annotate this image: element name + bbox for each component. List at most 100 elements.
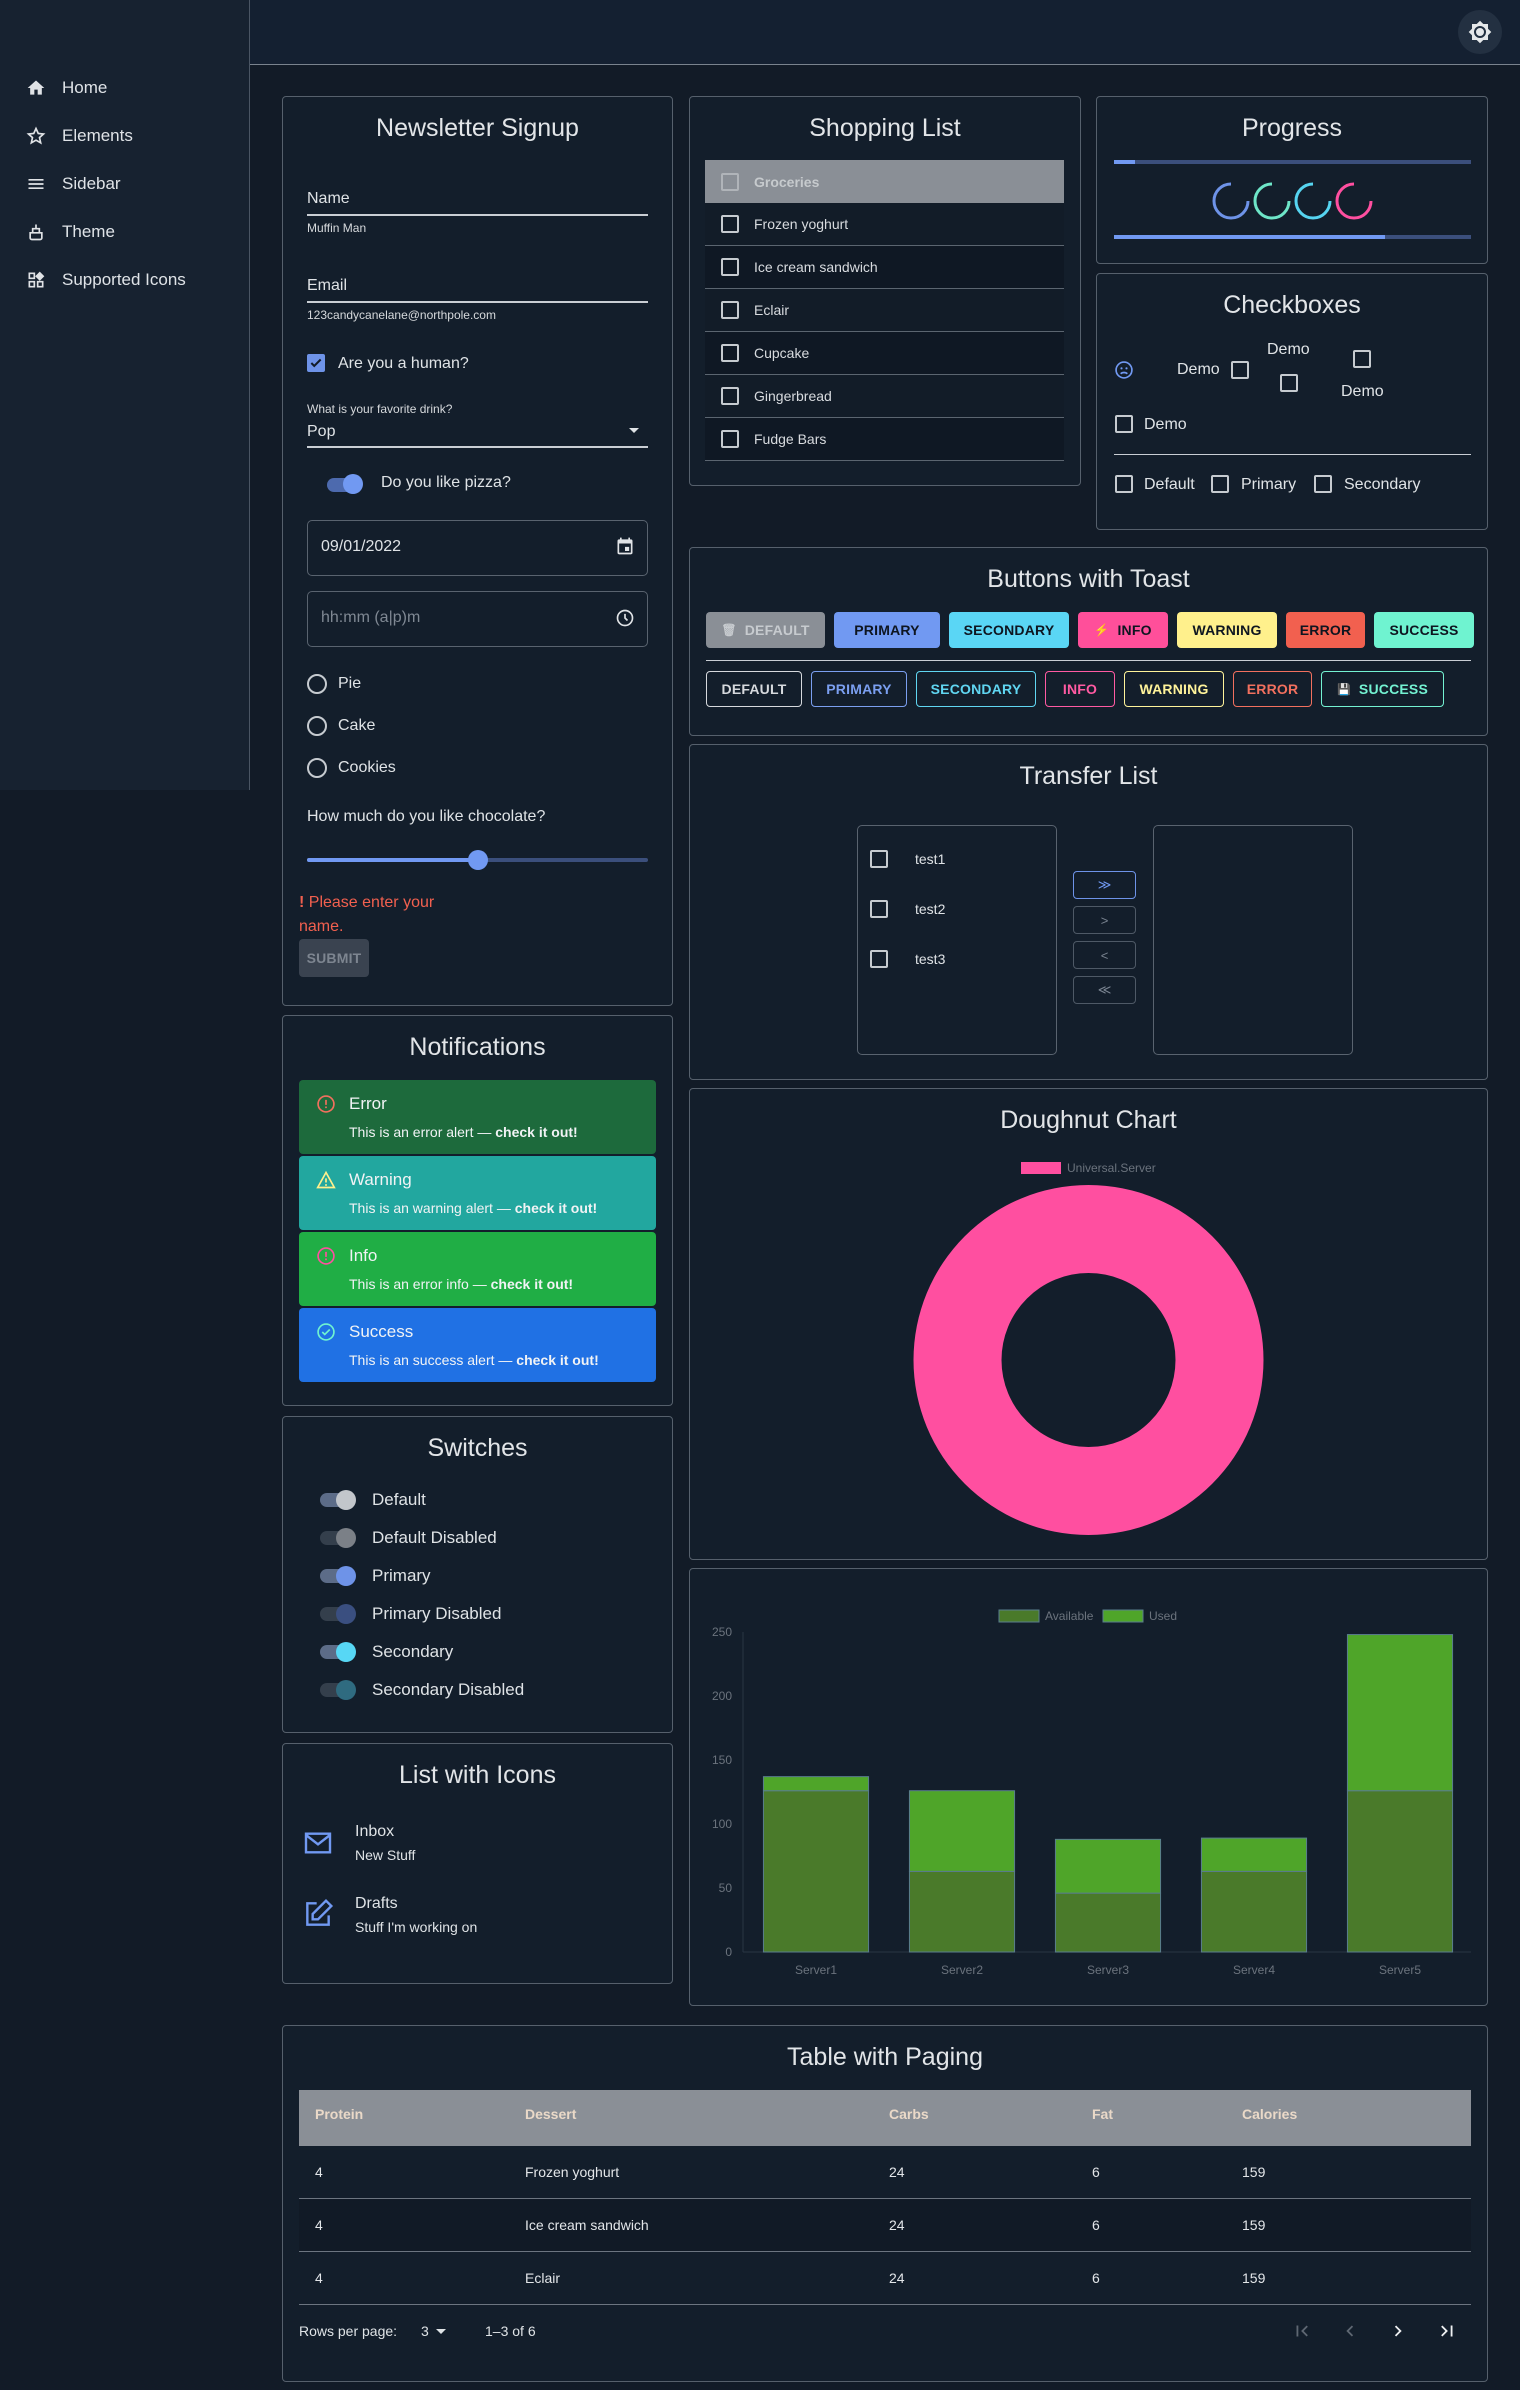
bar-available[interactable] — [1200, 1870, 1308, 1953]
transfer-item-checkbox[interactable] — [870, 850, 888, 868]
first-page-icon[interactable] — [1291, 2320, 1313, 2342]
item-checkbox[interactable] — [721, 430, 739, 448]
list-item[interactable]: Cupcake — [705, 332, 1064, 375]
secondary-contained-button[interactable]: SECONDARY — [949, 612, 1069, 648]
move-right-button[interactable]: > — [1073, 906, 1136, 934]
sad-face-icon[interactable] — [1114, 360, 1134, 380]
bar-available[interactable] — [762, 1790, 870, 1953]
doughnut-slice[interactable] — [913, 1185, 1264, 1535]
move-left-button[interactable]: < — [1073, 941, 1136, 969]
info-outlined-button[interactable]: INFO — [1045, 671, 1115, 707]
list-item[interactable]: Gingerbread — [705, 375, 1064, 418]
bar-used[interactable] — [1054, 1838, 1162, 1894]
alert-link-text[interactable]: check it out! — [516, 1352, 598, 1368]
sidebar-item-sidebar[interactable]: Sidebar — [26, 174, 121, 194]
alert-text: This is an error info — — [349, 1276, 491, 1292]
primary-switch[interactable] — [318, 1564, 356, 1588]
theme-toggle-button[interactable] — [1458, 10, 1502, 54]
list-item[interactable]: Eclair — [705, 289, 1064, 332]
bar-available[interactable] — [908, 1870, 1016, 1953]
bar-available[interactable] — [1054, 1892, 1162, 1953]
name-field[interactable] — [307, 214, 648, 216]
primary-outlined-button[interactable]: PRIMARY — [811, 671, 907, 707]
info-contained-button[interactable]: ⚡ INFO — [1078, 612, 1168, 648]
email-field[interactable] — [307, 301, 648, 303]
demo-checkbox[interactable] — [1231, 361, 1249, 379]
warning-contained-button[interactable]: WARNING — [1177, 612, 1277, 648]
alert-link-text[interactable]: check it out! — [515, 1200, 597, 1216]
primary-checkbox[interactable] — [1211, 475, 1229, 493]
success-contained-button[interactable]: SUCCESS — [1374, 612, 1474, 648]
column-header[interactable]: Fat — [1092, 2106, 1113, 2122]
submit-button[interactable]: SUBMIT — [299, 939, 369, 977]
pizza-switch[interactable] — [325, 474, 365, 494]
default-disabled-switch[interactable] — [318, 1526, 356, 1550]
rows-per-page-select[interactable]: 3 — [421, 2323, 429, 2339]
list-item[interactable]: Fudge Bars — [705, 418, 1064, 461]
bar-available[interactable] — [1346, 1790, 1454, 1953]
next-page-icon[interactable] — [1387, 2320, 1409, 2342]
sidebar-item-elements[interactable]: Elements — [26, 126, 133, 146]
item-checkbox[interactable] — [721, 172, 739, 191]
secondary-disabled-switch[interactable] — [318, 1678, 356, 1702]
success-outlined-button[interactable]: 💾 SUCCESS — [1321, 671, 1444, 707]
sidebar-item-theme[interactable]: Theme — [26, 222, 115, 242]
bar-used[interactable] — [908, 1790, 1016, 1872]
error-outlined-button[interactable]: ERROR — [1233, 671, 1312, 707]
warning-outlined-button[interactable]: WARNING — [1124, 671, 1224, 707]
legend-swatch[interactable] — [1021, 1162, 1061, 1174]
last-page-icon[interactable] — [1436, 2320, 1458, 2342]
list-item[interactable]: Ice cream sandwich — [705, 246, 1064, 289]
radio-cake[interactable] — [307, 716, 327, 736]
error-contained-button[interactable]: ERROR — [1286, 612, 1365, 648]
bar-used[interactable] — [1346, 1634, 1454, 1792]
item-checkbox[interactable] — [721, 258, 739, 276]
item-checkbox[interactable] — [721, 301, 739, 319]
clock-icon[interactable] — [615, 608, 635, 628]
column-header[interactable]: Calories — [1242, 2106, 1297, 2122]
radio-cookies[interactable] — [307, 758, 327, 778]
legend-swatch[interactable] — [1102, 1609, 1144, 1623]
default-checkbox[interactable] — [1115, 475, 1133, 493]
human-checkbox[interactable] — [307, 354, 325, 372]
column-header[interactable]: Protein — [315, 2106, 363, 2122]
bar-used[interactable] — [1200, 1837, 1308, 1872]
transfer-item-checkbox[interactable] — [870, 900, 888, 918]
default-switch[interactable] — [318, 1488, 356, 1512]
alert-link-text[interactable]: check it out! — [491, 1276, 573, 1292]
item-checkbox[interactable] — [721, 344, 739, 362]
table-cell: 6 — [1092, 2164, 1100, 2180]
secondary-outlined-button[interactable]: SECONDARY — [916, 671, 1036, 707]
radio-pie[interactable] — [307, 674, 327, 694]
primary-disabled-switch[interactable] — [318, 1602, 356, 1626]
secondary-switch[interactable] — [318, 1640, 356, 1664]
default-contained-button[interactable]: 🗑 DEFAULT — [706, 612, 825, 648]
legend-swatch[interactable] — [998, 1609, 1040, 1623]
slider-thumb[interactable] — [467, 850, 488, 870]
move-all-left-button[interactable]: ≪ — [1073, 976, 1136, 1004]
switch-thumb — [336, 1566, 356, 1586]
column-header[interactable]: Dessert — [525, 2106, 576, 2122]
previous-page-icon[interactable] — [1339, 2320, 1361, 2342]
demo-checkbox[interactable] — [1115, 415, 1133, 433]
primary-contained-button[interactable]: PRIMARY — [834, 612, 940, 648]
chocolate-slider[interactable] — [307, 850, 648, 870]
sidebar-item-supported-icons[interactable]: Supported Icons — [26, 270, 186, 290]
secondary-checkbox[interactable] — [1314, 475, 1332, 493]
alert-link-text[interactable]: check it out! — [495, 1124, 577, 1140]
sidebar-item-home[interactable]: Home — [26, 78, 107, 98]
button-label: INFO — [1117, 622, 1152, 638]
item-checkbox[interactable] — [721, 215, 739, 233]
list-header-item[interactable]: Groceries — [705, 160, 1064, 203]
list-item[interactable]: Frozen yoghurt — [705, 203, 1064, 246]
transfer-item-checkbox[interactable] — [870, 950, 888, 968]
bar-used[interactable] — [762, 1776, 870, 1792]
calendar-icon[interactable] — [615, 536, 635, 556]
demo-checkbox[interactable] — [1353, 350, 1371, 368]
demo-checkbox[interactable] — [1280, 374, 1298, 392]
column-header[interactable]: Carbs — [889, 2106, 929, 2122]
item-checkbox[interactable] — [721, 387, 739, 405]
move-all-right-button[interactable]: ≫ — [1073, 871, 1136, 899]
default-outlined-button[interactable]: DEFAULT — [706, 671, 802, 707]
drink-select[interactable] — [307, 446, 648, 448]
